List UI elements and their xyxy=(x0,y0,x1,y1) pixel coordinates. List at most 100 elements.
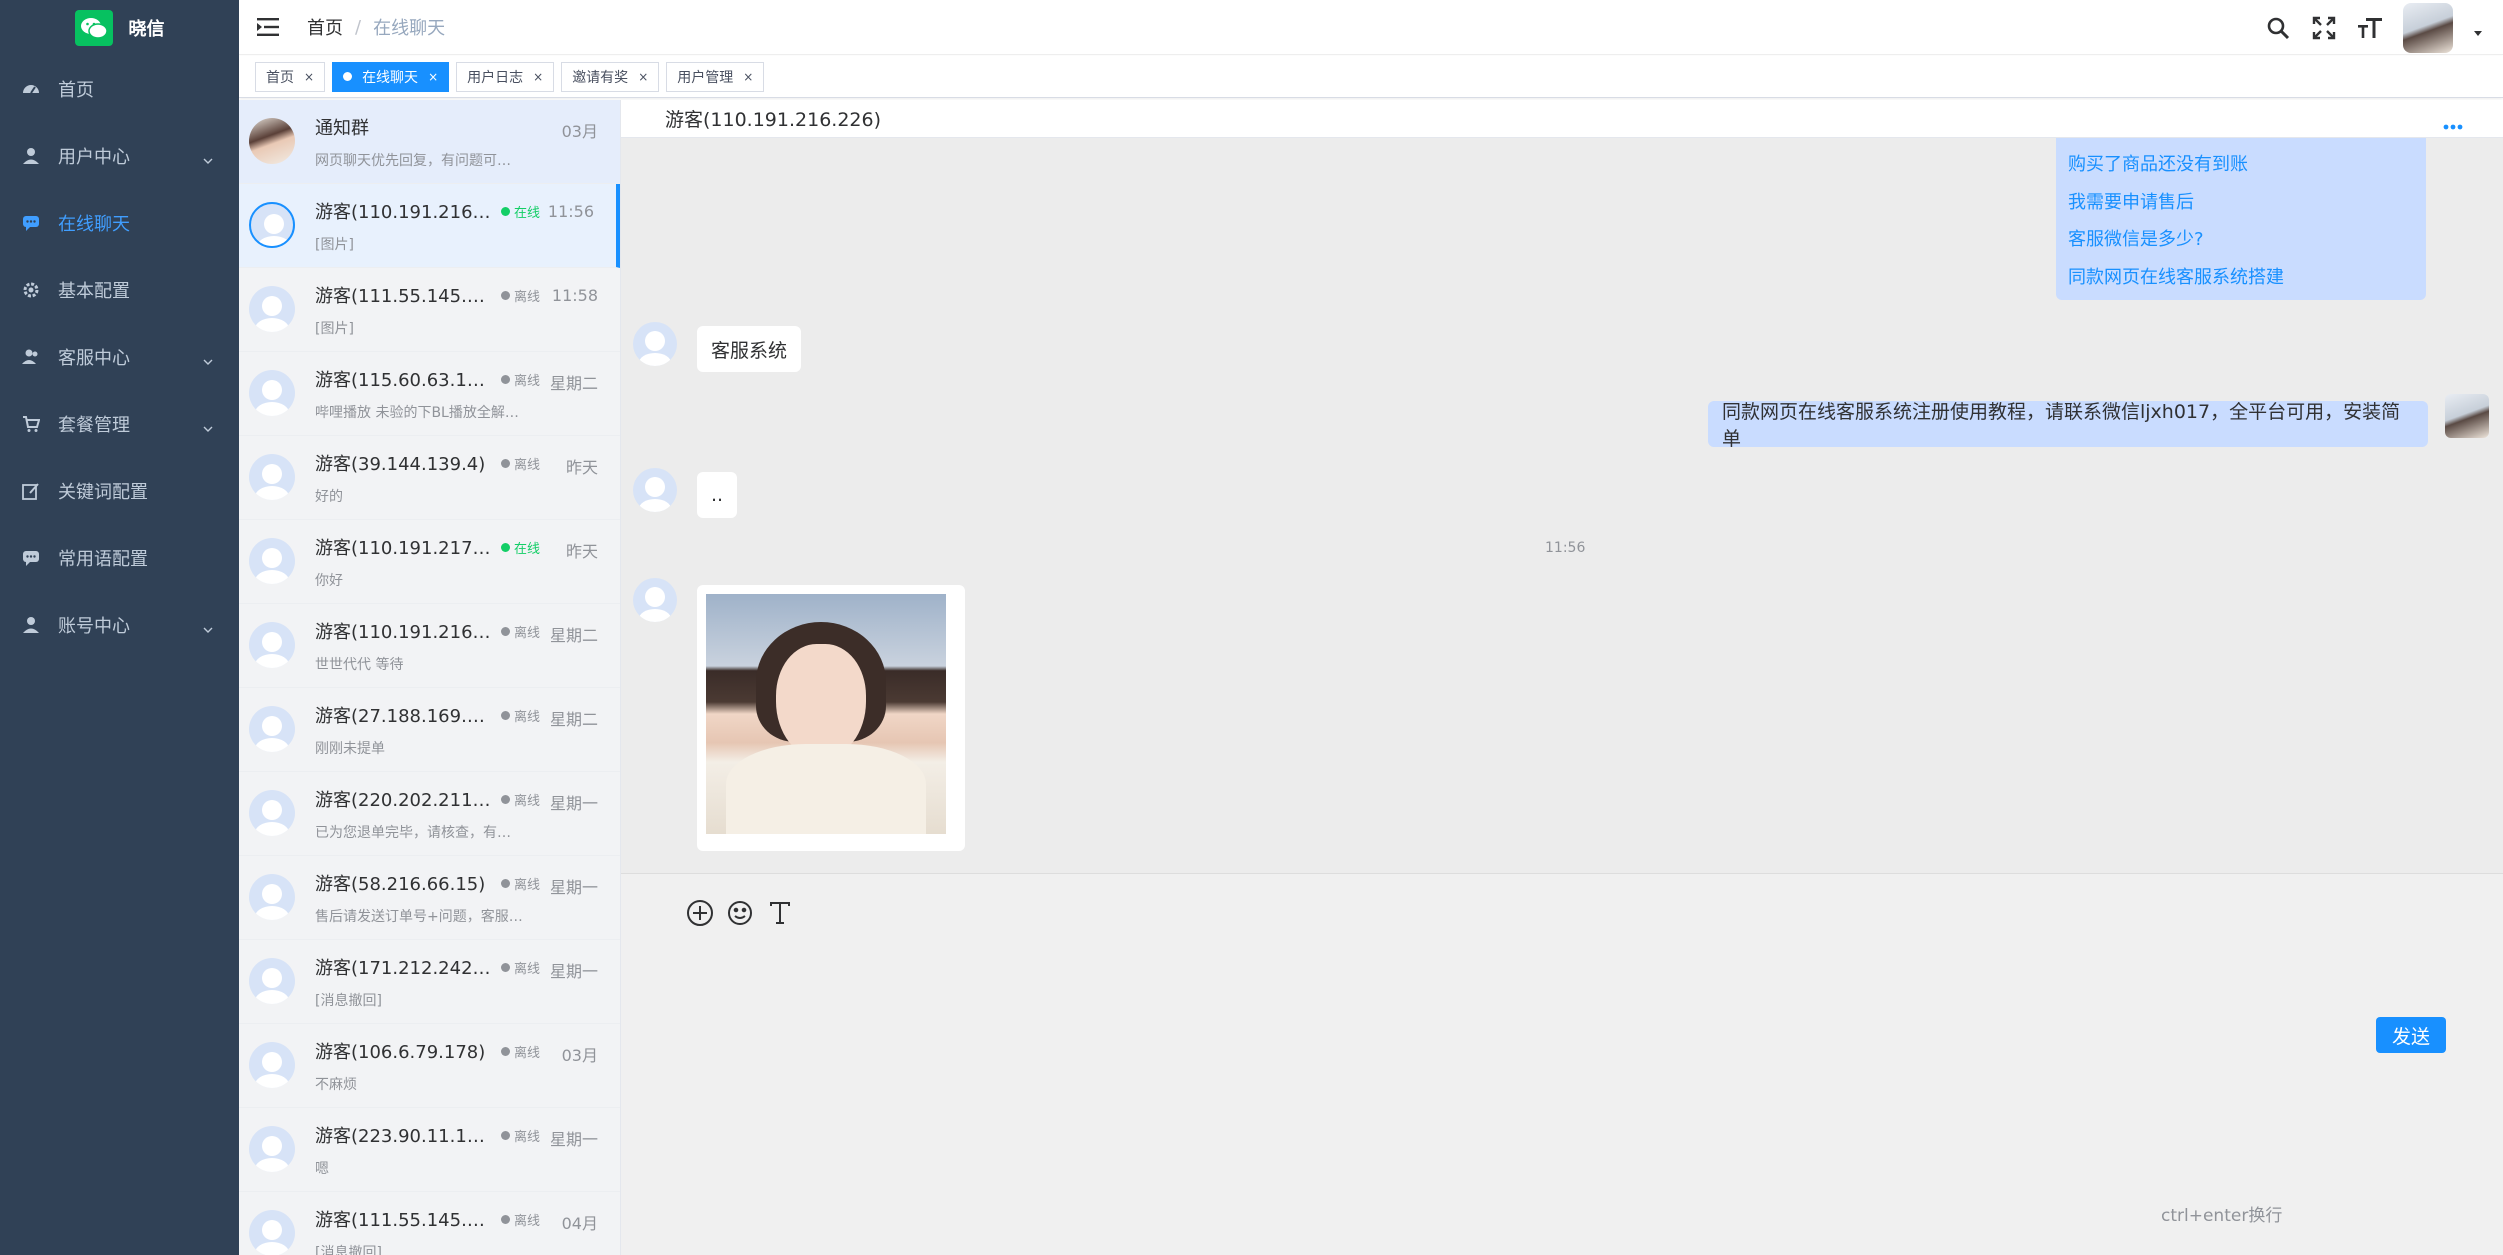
search-icon[interactable] xyxy=(2265,15,2291,41)
status-badge: 离线 xyxy=(501,622,540,641)
chat-photo[interactable] xyxy=(706,594,946,834)
quick-link[interactable]: 同款网页在线客服系统搭建 xyxy=(2068,259,2414,297)
visitor-message: .. xyxy=(697,472,738,518)
sidebar-item-6[interactable]: 关键词配置 xyxy=(0,457,239,524)
sidebar-item-8[interactable]: 账号中心 xyxy=(0,591,239,658)
tab-2[interactable]: 用户日志 × xyxy=(456,61,555,92)
send-button[interactable]: 发送 xyxy=(2376,1017,2446,1053)
conversation-item[interactable]: 游客(171.212.242.0) 离线 星期一 [消息撤回] xyxy=(239,940,620,1024)
close-icon[interactable]: × xyxy=(428,70,438,84)
conversation-item[interactable]: 游客(220.202.211.202) 离线星期一已为您退单完毕，请核查，有… xyxy=(239,772,620,856)
conversation-time: 昨天 xyxy=(565,458,598,477)
conversation-list[interactable]: 通知群 03月 网页聊天优先回复，有问题可… 游客(110.191.216.2… 在线 1… xyxy=(239,100,621,1255)
avatar xyxy=(249,538,295,584)
sidebar-item-3[interactable]: 基本配置 xyxy=(0,256,239,323)
breadcrumb-separator: / xyxy=(355,16,362,38)
avatar xyxy=(249,1042,295,1088)
sidebar-item-label: 在线聊天 xyxy=(58,213,130,235)
avatar xyxy=(249,370,295,416)
conversation-time: 昨天 xyxy=(565,542,598,561)
conversation-item[interactable]: 游客(110.191.216.226) 离线星期二世世代代 等待 xyxy=(239,604,620,688)
close-icon[interactable]: × xyxy=(638,70,648,84)
tab-label: 在线聊天 xyxy=(362,69,419,86)
tab-3[interactable]: 邀请有奖 × xyxy=(561,61,660,92)
conversation-item[interactable]: 游客(39.144.139.4) 离线 昨天 好的 xyxy=(239,436,620,520)
font-size-icon[interactable] xyxy=(2357,15,2383,41)
tab-label: 邀请有奖 xyxy=(572,69,629,86)
chevron-down-icon xyxy=(203,150,213,164)
conversation-item[interactable]: 游客(110.191.217.43) 在线 昨天 你好 xyxy=(239,520,620,604)
sidebar-item-7[interactable]: 常用语配置 xyxy=(0,524,239,591)
status-text: 离线 xyxy=(514,1214,541,1229)
sidebar-item-5[interactable]: 套餐管理 xyxy=(0,390,239,457)
conversation-item[interactable]: 游客(58.216.66.15) 离线 星期一 售后请发送订单号+问题，客服… xyxy=(239,856,620,940)
conversation-item[interactable]: 通知群 03月 网页聊天优先回复，有问题可… xyxy=(239,100,620,184)
status-text: 离线 xyxy=(514,710,541,725)
breadcrumb-current: 在线聊天 xyxy=(373,18,446,39)
image-message[interactable] xyxy=(697,585,965,851)
user-avatar[interactable] xyxy=(2403,2,2453,53)
status-badge: 离线 xyxy=(501,706,540,725)
sidebar-item-2[interactable]: 在线聊天 xyxy=(0,189,239,256)
quick-link[interactable]: 购买了商品还没有到账 xyxy=(2068,146,2414,184)
message-area[interactable]: 购买了商品还没有到账 我需要申请售后 客服微信是多少? 同款网页在线客服系统搭建 客服… xyxy=(621,138,2503,873)
close-icon[interactable]: × xyxy=(304,70,314,84)
conversation-item[interactable]: 游客(111.55.145.28) 离线 11:58 [图片] xyxy=(239,268,620,352)
conversation-name: 游客(171.212.242.0) xyxy=(315,958,495,979)
more-icon[interactable] xyxy=(2443,114,2463,130)
tab-4[interactable]: 用户管理 × xyxy=(666,61,765,92)
close-icon[interactable]: × xyxy=(743,70,753,84)
conversation-name: 游客(27.188.169.95) xyxy=(315,706,495,727)
user-icon xyxy=(22,616,40,634)
sidebar-item-0[interactable]: 首页 xyxy=(0,55,239,122)
status-badge: 离线 xyxy=(501,370,540,389)
breadcrumb-home[interactable]: 首页 xyxy=(307,14,343,40)
conversation-item[interactable]: 游客(110.191.216.2… 在线 11:56 [图片] xyxy=(239,184,620,268)
tab-0[interactable]: 首页 × xyxy=(255,61,326,92)
message-timestamp: 11:56 xyxy=(1545,540,1586,556)
conversation-time: 星期一 xyxy=(549,794,598,813)
chat-header: 游客(110.191.216.226) xyxy=(621,100,2503,138)
text-format-icon[interactable] xyxy=(766,899,794,927)
wechat-logo-icon xyxy=(74,9,113,46)
avatar xyxy=(249,1210,295,1255)
chevron-down-icon xyxy=(203,351,213,365)
app-root: 晓信 首页 用户中心 在线聊天 基本配置 客服中心 套餐管理 关键词配置 常用语配置 账号中心 … xyxy=(0,0,2503,1255)
status-text: 离线 xyxy=(514,878,541,893)
conversation-item[interactable]: 游客(223.90.11.107) 离线 星期一嗯 xyxy=(239,1108,620,1192)
caret-down-icon[interactable] xyxy=(2473,23,2483,36)
status-dot-icon xyxy=(501,795,510,804)
status-text: 离线 xyxy=(514,794,541,809)
conversation-name: 游客(110.191.217.43) xyxy=(315,538,495,559)
status-dot-icon xyxy=(501,963,510,972)
conversation-preview: 好的 xyxy=(315,489,343,505)
hamburger-icon[interactable] xyxy=(257,16,281,38)
navbar-right xyxy=(2265,0,2483,55)
breadcrumb: 首页 / 在线聊天 xyxy=(307,14,445,40)
close-icon[interactable]: × xyxy=(533,70,543,84)
tab-1[interactable]: 在线聊天 × xyxy=(332,61,450,92)
emoji-icon[interactable] xyxy=(726,899,754,927)
sidebar-menu: 首页 用户中心在线聊天基本配置 客服中心套餐管理关键词配置 常用语配置 账号中心 xyxy=(0,55,239,658)
tab-label: 用户日志 xyxy=(467,69,524,86)
conversation-time: 星期一 xyxy=(549,1130,598,1149)
add-icon[interactable] xyxy=(686,899,714,927)
status-dot-icon xyxy=(501,627,510,636)
quick-links-bubble: 购买了商品还没有到账 我需要申请售后 客服微信是多少? 同款网页在线客服系统搭建 xyxy=(2056,138,2426,300)
message-input-area[interactable]: 发送 ctrl+enter换行 xyxy=(621,873,2503,1255)
visitor-avatar xyxy=(633,468,677,512)
conversation-item[interactable]: 游客(111.55.145.121) 离线 04月 [消息撤回] xyxy=(239,1192,620,1255)
edit-icon xyxy=(22,482,40,500)
conversation-item[interactable]: 游客(27.188.169.95) 离线 星期二 刚刚未提单 xyxy=(239,688,620,772)
conversation-item[interactable]: 游客(106.6.79.178) 离线 03月 不麻烦 xyxy=(239,1024,620,1108)
quick-link[interactable]: 我需要申请售后 xyxy=(2068,184,2414,222)
status-badge: 在线 xyxy=(501,538,540,557)
quick-link[interactable]: 客服微信是多少? xyxy=(2068,221,2414,259)
fullscreen-icon[interactable] xyxy=(2311,15,2337,41)
status-dot-icon xyxy=(501,879,510,888)
input-toolbar xyxy=(686,899,794,927)
conversation-item[interactable]: 游客(115.60.63.193) 离线 星期二 哔哩播放 未验的下BL播放全解… xyxy=(239,352,620,436)
sidebar-item-4[interactable]: 客服中心 xyxy=(0,323,239,390)
sidebar-item-label: 套餐管理 xyxy=(58,414,130,436)
sidebar-item-1[interactable]: 用户中心 xyxy=(0,122,239,189)
